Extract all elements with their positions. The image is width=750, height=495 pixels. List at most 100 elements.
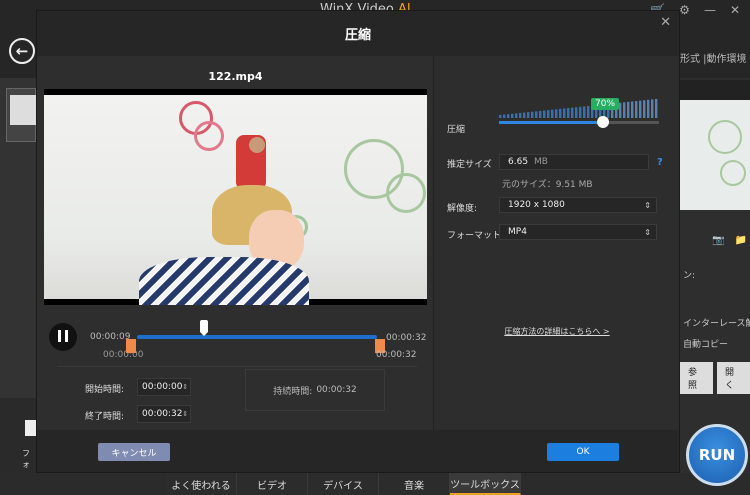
resolution-select[interactable]: 1920 x 1080 ⇕ bbox=[499, 197, 657, 213]
preview-tools: 📷 📁 bbox=[712, 235, 747, 246]
compression-bar bbox=[631, 101, 634, 118]
compression-bar bbox=[519, 112, 522, 118]
compression-bar bbox=[543, 110, 546, 118]
compression-bar bbox=[499, 115, 502, 118]
right-buttons: 参照 開く bbox=[680, 362, 750, 394]
pause-icon bbox=[56, 329, 70, 345]
autocopy-option[interactable]: 自動コピー bbox=[683, 337, 728, 350]
timeline-end: 00:00:32 bbox=[386, 333, 427, 343]
compression-bar bbox=[539, 110, 542, 118]
compression-bar bbox=[531, 111, 534, 118]
trim-start-handle[interactable] bbox=[126, 339, 136, 353]
compress-slider-fill bbox=[499, 121, 603, 124]
compress-percent-badge: 70% bbox=[591, 98, 620, 110]
folder-icon[interactable]: 📁 bbox=[734, 235, 746, 246]
compression-bar bbox=[527, 112, 530, 118]
compression-bar bbox=[555, 109, 558, 118]
gear-icon[interactable]: ⚙ bbox=[679, 3, 690, 17]
open-button[interactable]: 開く bbox=[717, 362, 750, 394]
timeline-start: 00:00:00 bbox=[103, 350, 144, 360]
compress-label: 圧縮 bbox=[447, 125, 466, 135]
original-size: 元のサイズ：9.51 MB bbox=[502, 180, 593, 190]
cancel-button[interactable]: キャンセル bbox=[98, 443, 170, 461]
compression-bar bbox=[507, 114, 510, 118]
compression-bar bbox=[643, 100, 646, 118]
left-tool[interactable]: フォ bbox=[0, 398, 37, 473]
duration-display: 持続時間: 00:00:32 bbox=[245, 369, 385, 411]
help-icon[interactable]: ? bbox=[657, 157, 663, 168]
stepper-icon: ⇕ bbox=[182, 383, 189, 391]
compression-bar bbox=[571, 107, 574, 118]
format-select[interactable]: MP4 ⇕ bbox=[499, 224, 657, 240]
camera-icon[interactable]: 📷 bbox=[712, 235, 724, 246]
compression-bar bbox=[547, 110, 550, 118]
tab-popular[interactable]: よく使われる bbox=[166, 473, 237, 495]
compression-bar bbox=[551, 109, 554, 118]
compression-bar bbox=[647, 99, 650, 118]
video-preview bbox=[44, 89, 427, 305]
start-time-label: 開始時間: bbox=[85, 385, 125, 395]
estimated-size-field[interactable]: 6.65 MB bbox=[499, 154, 649, 170]
compression-bar bbox=[623, 102, 626, 118]
video-thumbnail[interactable] bbox=[6, 88, 36, 142]
compression-bar bbox=[627, 101, 630, 118]
format-link[interactable]: 形式 |動作環境 > bbox=[680, 50, 750, 65]
compression-bar bbox=[503, 114, 506, 118]
format-label: フォーマット: bbox=[447, 231, 505, 241]
compression-bar bbox=[655, 99, 658, 118]
resolution-label: 解像度: bbox=[447, 204, 478, 214]
preview-thumbnail bbox=[680, 80, 750, 210]
deinterlace-option[interactable]: インターレース解除 bbox=[683, 316, 750, 329]
pause-button[interactable] bbox=[49, 323, 77, 351]
tab-device[interactable]: デバイス bbox=[308, 473, 379, 495]
compression-bar bbox=[583, 106, 586, 118]
minimize-icon[interactable]: — bbox=[704, 3, 716, 17]
stepper-icon: ⇕ bbox=[182, 410, 189, 418]
compression-bar bbox=[635, 101, 638, 118]
compression-bar bbox=[587, 105, 590, 118]
divider bbox=[57, 366, 417, 367]
end-time-input[interactable]: 00:00:32 ⇕ bbox=[137, 405, 191, 423]
compress-slider-knob[interactable] bbox=[597, 116, 609, 128]
chevron-updown-icon: ⇕ bbox=[644, 227, 651, 237]
compression-bar bbox=[567, 108, 570, 118]
settings-pane: 圧縮 70% 推定サイズ 6.65 MB ? 元のサイズ：9.51 MB 解像度:… bbox=[435, 56, 679, 430]
back-button[interactable]: ← bbox=[9, 38, 35, 64]
compress-detail-link[interactable]: 圧縮方法の詳細はこちらへ > bbox=[435, 326, 679, 337]
start-time-input[interactable]: 00:00:00 ⇕ bbox=[137, 378, 191, 396]
right-label: ン: bbox=[683, 271, 696, 281]
bottom-tabs: よく使われる ビデオ デバイス 音楽 ツールボックス bbox=[166, 473, 521, 495]
compression-bar bbox=[535, 111, 538, 118]
compression-bar bbox=[651, 99, 654, 118]
compression-bar bbox=[575, 107, 578, 118]
timeline-track[interactable] bbox=[137, 335, 377, 339]
compression-bar bbox=[579, 106, 582, 118]
estimated-size-label: 推定サイズ bbox=[447, 160, 492, 170]
end-time-label: 終了時間: bbox=[85, 412, 125, 422]
compression-bar bbox=[523, 112, 526, 118]
compression-bar bbox=[559, 108, 562, 118]
chevron-updown-icon: ⇕ bbox=[644, 200, 651, 210]
preview-pane: 122.mp4 00:00:09 00:00:00 00:00:32 00:00… bbox=[37, 56, 434, 430]
duration-label: 持続時間: bbox=[273, 386, 313, 397]
browse-button[interactable]: 参照 bbox=[680, 362, 713, 394]
compression-bar bbox=[563, 108, 566, 118]
dialog-title: 圧縮 bbox=[37, 11, 679, 56]
tab-toolbox[interactable]: ツールボックス bbox=[450, 473, 521, 495]
tab-video[interactable]: ビデオ bbox=[237, 473, 308, 495]
tab-music[interactable]: 音楽 bbox=[379, 473, 450, 495]
current-time: 00:00:09 bbox=[90, 332, 131, 342]
compression-bar bbox=[639, 100, 642, 118]
ok-button[interactable]: OK bbox=[547, 443, 619, 461]
file-name: 122.mp4 bbox=[208, 70, 263, 83]
compression-bar bbox=[515, 113, 518, 118]
close-icon[interactable]: ✕ bbox=[660, 15, 671, 30]
run-button[interactable]: RUN bbox=[686, 424, 748, 486]
trim-end-time: 00:00:32 bbox=[376, 350, 417, 360]
playhead[interactable] bbox=[200, 320, 208, 336]
compress-dialog: 圧縮 ✕ 122.mp4 00:00:09 00:00:00 00:00:32 bbox=[36, 10, 680, 473]
duration-value: 00:00:32 bbox=[316, 385, 357, 395]
dialog-footer: キャンセル OK bbox=[37, 430, 679, 472]
close-window-icon[interactable]: ✕ bbox=[730, 3, 740, 17]
compression-bar bbox=[619, 102, 622, 118]
